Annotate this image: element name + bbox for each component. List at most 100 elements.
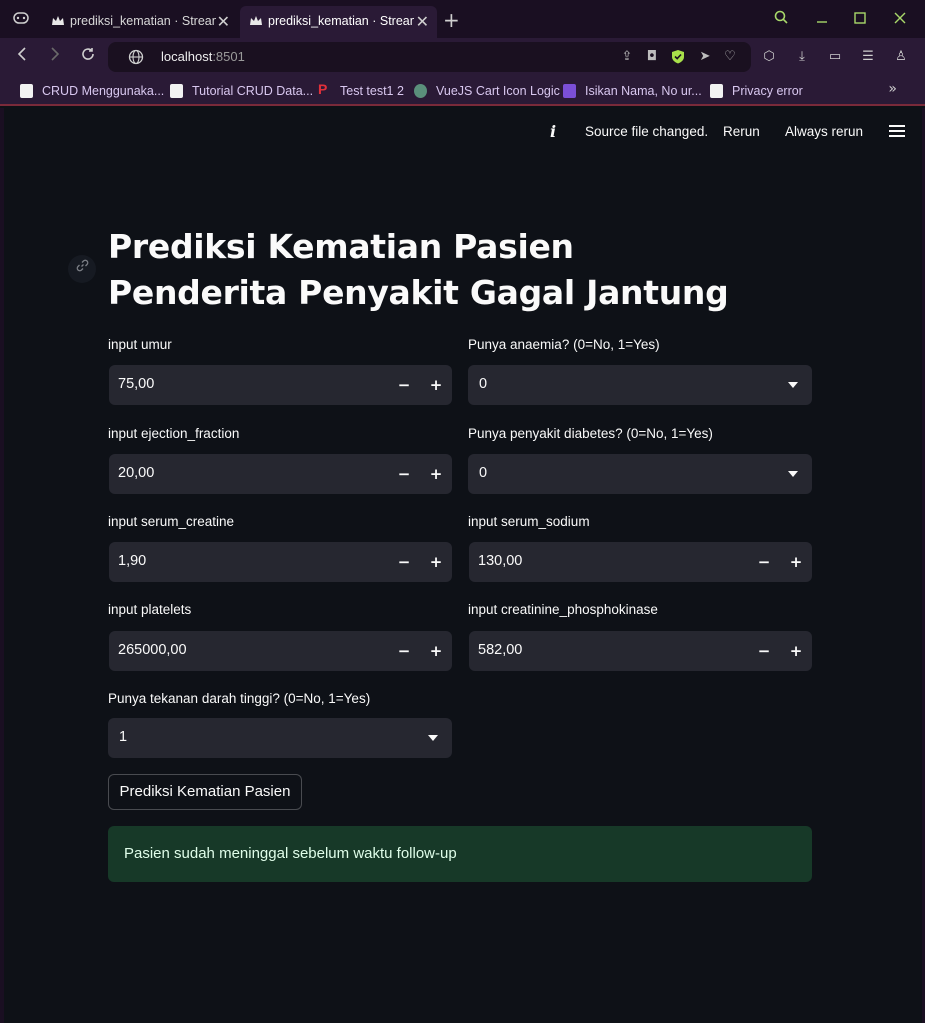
form-icon: [563, 84, 576, 98]
p-logo-icon: P: [318, 81, 328, 97]
globe-icon: [128, 49, 144, 65]
forward-icon[interactable]: [43, 44, 67, 68]
camera-icon[interactable]: ◘: [644, 49, 660, 65]
tekanan-darah-label: Punya tekanan darah tinggi? (0=No, 1=Yes…: [108, 691, 371, 706]
browser-tab-active[interactable]: prediksi_kematian · Streamlit ✕: [240, 6, 437, 38]
serum-creatine-label: input serum_creatine: [108, 514, 235, 529]
ejection-fraction-value[interactable]: 20,00: [118, 465, 154, 481]
heart-icon[interactable]: ♡: [722, 49, 738, 65]
tekanan-darah-select[interactable]: 1: [108, 718, 452, 758]
always-rerun-button[interactable]: Always rerun: [785, 124, 863, 139]
back-icon[interactable]: [10, 44, 34, 68]
chevron-down-icon: [788, 382, 798, 388]
bookmark-label: VueJS Cart Icon Logic: [436, 84, 560, 98]
umur-number-input[interactable]: 75,00 − +: [109, 365, 452, 405]
shield-icon[interactable]: [670, 49, 686, 65]
chevron-down-icon: [788, 471, 798, 477]
new-tab-icon[interactable]: +: [443, 8, 460, 32]
maximize-icon[interactable]: [847, 6, 873, 32]
page-icon: [710, 84, 723, 98]
creatinine-phosphokinase-number-input[interactable]: 582,00 − +: [469, 631, 812, 671]
page-icon: [170, 84, 183, 98]
browser-toolbar: localhost:8501 ⇪ ◘ ➤ ♡ ⬡ ⤓ ▭ ☰ ♙: [0, 38, 925, 76]
anaemia-select[interactable]: 0: [468, 365, 812, 405]
bookmark-label: Test test1 2: [340, 84, 404, 98]
browser-tab[interactable]: prediksi_kematian · Streamlit ✕: [42, 6, 238, 38]
tekanan-darah-value: 1: [119, 729, 128, 745]
rerun-button[interactable]: Rerun: [723, 124, 760, 139]
decrement-button[interactable]: −: [388, 631, 420, 671]
diabetes-select[interactable]: 0: [468, 454, 812, 494]
serum-sodium-label: input serum_sodium: [468, 514, 590, 529]
chevron-down-icon: [428, 735, 438, 741]
link-anchor-icon[interactable]: [68, 255, 96, 283]
ejection-fraction-label: input ejection_fraction: [108, 426, 240, 441]
umur-value[interactable]: 75,00: [118, 376, 154, 392]
close-tab-icon[interactable]: ✕: [217, 12, 230, 32]
success-alert: Pasien sudah meninggal sebelum waktu fol…: [108, 826, 812, 882]
increment-button[interactable]: +: [780, 631, 812, 671]
increment-button[interactable]: +: [420, 454, 452, 494]
bookmark-label: Isikan Nama, No ur...: [585, 84, 702, 98]
streamlit-crown-icon: [52, 16, 64, 25]
share-icon[interactable]: ⇪: [619, 49, 635, 65]
decrement-button[interactable]: −: [388, 365, 420, 405]
close-tab-icon[interactable]: ✕: [416, 12, 429, 32]
serum-creatine-value[interactable]: 1,90: [118, 553, 146, 569]
anaemia-label: Punya anaemia? (0=No, 1=Yes): [468, 337, 660, 352]
download-icon[interactable]: ⤓: [794, 49, 810, 65]
increment-button[interactable]: +: [420, 631, 452, 671]
box-icon[interactable]: ⬡: [761, 49, 777, 65]
gamepad-icon[interactable]: [8, 6, 34, 32]
prediction-result-text: Pasien sudah meninggal sebelum waktu fol…: [124, 845, 457, 862]
predict-button[interactable]: Prediksi Kematian Pasien: [108, 774, 302, 810]
serum-sodium-number-input[interactable]: 130,00 − +: [469, 542, 812, 582]
tab-title: prediksi_kematian · Streamlit: [70, 14, 216, 28]
bookmark-label: Privacy error: [732, 84, 803, 98]
increment-button[interactable]: +: [420, 365, 452, 405]
anaemia-value: 0: [479, 376, 488, 392]
increment-button[interactable]: +: [420, 542, 452, 582]
source-changed-message: Source file changed.: [585, 124, 709, 139]
bookmark-label: Tutorial CRUD Data...: [192, 84, 314, 98]
tab-title: prediksi_kematian · Streamlit: [268, 14, 414, 28]
hamburger-menu-icon[interactable]: [889, 125, 905, 137]
bookmark-label: CRUD Menggunaka...: [42, 84, 165, 98]
ejection-fraction-number-input[interactable]: 20,00 − +: [109, 454, 452, 494]
close-window-icon[interactable]: [887, 6, 913, 32]
bookmarks-bar: CRUD Menggunaka... Tutorial CRUD Data...…: [0, 76, 925, 106]
profile-icon[interactable]: ♙: [893, 49, 909, 65]
diabetes-value: 0: [479, 465, 488, 481]
creatinine-phosphokinase-value[interactable]: 582,00: [478, 642, 522, 658]
more-bookmarks-icon[interactable]: »: [888, 81, 897, 97]
decrement-button[interactable]: −: [388, 542, 420, 582]
decrement-button[interactable]: −: [388, 454, 420, 494]
info-icon: i: [550, 122, 557, 141]
battery-icon[interactable]: ▭: [827, 49, 843, 65]
decrement-button[interactable]: −: [748, 631, 780, 671]
diabetes-label: Punya penyakit diabetes? (0=No, 1=Yes): [468, 426, 713, 441]
platelets-label: input platelets: [108, 602, 192, 617]
umur-label: input umur: [108, 337, 172, 352]
minimize-icon[interactable]: [809, 6, 835, 32]
openai-icon: [414, 84, 427, 98]
address-bar[interactable]: localhost:8501 ⇪ ◘ ➤ ♡: [108, 42, 751, 72]
platelets-number-input[interactable]: 265000,00 − +: [109, 631, 452, 671]
streamlit-app: i Source file changed. Rerun Always reru…: [0, 108, 925, 1023]
url-text[interactable]: localhost:8501: [161, 49, 245, 64]
streamlit-header: i Source file changed. Rerun Always reru…: [4, 108, 922, 156]
decrement-button[interactable]: −: [748, 542, 780, 582]
page-title: Prediksi Kematian Pasien Penderita Penya…: [108, 227, 729, 312]
serum-sodium-value[interactable]: 130,00: [478, 553, 522, 569]
page-icon: [20, 84, 33, 98]
settings-sliders-icon[interactable]: ☰: [860, 49, 876, 65]
platelets-value[interactable]: 265000,00: [118, 642, 187, 658]
serum-creatine-number-input[interactable]: 1,90 − +: [109, 542, 452, 582]
creatinine-phosphokinase-label: input creatinine_phosphokinase: [468, 602, 658, 617]
streamlit-crown-icon: [250, 16, 262, 25]
send-icon[interactable]: ➤: [697, 49, 713, 65]
increment-button[interactable]: +: [780, 542, 812, 582]
browser-tab-bar: prediksi_kematian · Streamlit ✕ prediksi…: [0, 0, 925, 38]
reload-icon[interactable]: [76, 44, 100, 68]
search-icon[interactable]: [768, 6, 794, 32]
